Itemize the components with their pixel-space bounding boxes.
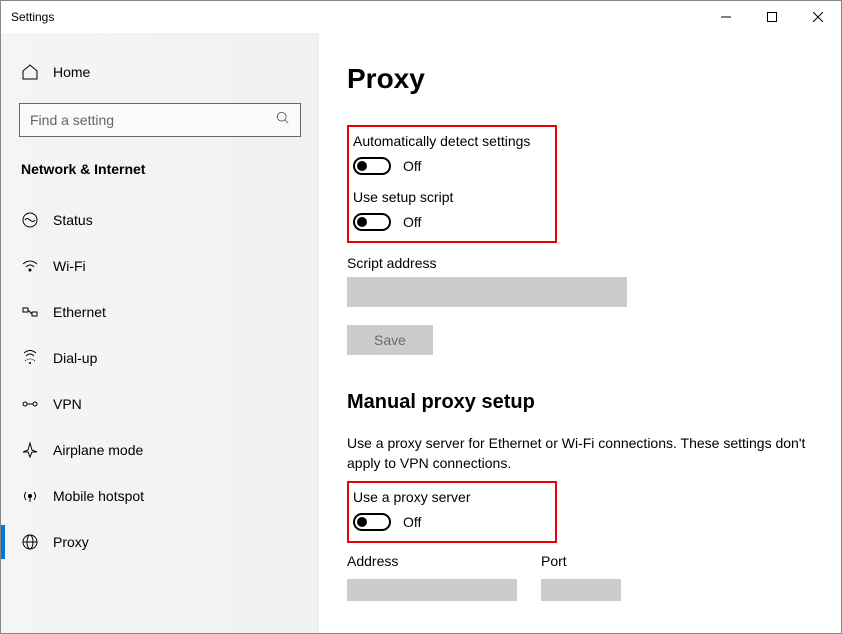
setup-script-label: Use setup script (353, 189, 545, 205)
maximize-button[interactable] (749, 1, 795, 33)
globe-icon (21, 533, 39, 551)
dialup-icon (21, 349, 39, 367)
sidebar-item-label: Wi-Fi (53, 258, 86, 274)
sidebar-item-label: Mobile hotspot (53, 488, 144, 504)
sidebar-item-label: Dial-up (53, 350, 97, 366)
sidebar-item-status[interactable]: Status (1, 197, 319, 243)
status-icon (21, 211, 39, 229)
sidebar-item-dialup[interactable]: Dial-up (1, 335, 319, 381)
sidebar-item-wifi[interactable]: Wi-Fi (1, 243, 319, 289)
save-button: Save (347, 325, 433, 355)
highlight-auto-setup: Automatically detect settings Off Use se… (347, 125, 557, 243)
search-box[interactable] (19, 103, 301, 137)
sidebar-section-heading: Network & Internet (1, 161, 319, 197)
sidebar-item-label: VPN (53, 396, 82, 412)
home-label: Home (53, 64, 90, 80)
sidebar-item-ethernet[interactable]: Ethernet (1, 289, 319, 335)
use-proxy-label: Use a proxy server (353, 489, 545, 505)
sidebar-item-proxy[interactable]: Proxy (1, 519, 319, 565)
sidebar-item-label: Ethernet (53, 304, 106, 320)
titlebar: Settings (1, 1, 841, 33)
home-icon (21, 63, 39, 81)
vpn-icon (21, 395, 39, 413)
sidebar-item-hotspot[interactable]: Mobile hotspot (1, 473, 319, 519)
hotspot-icon (21, 487, 39, 505)
port-label: Port (541, 553, 621, 569)
sidebar-item-label: Proxy (53, 534, 89, 550)
use-proxy-state: Off (403, 514, 421, 530)
auto-detect-label: Automatically detect settings (353, 133, 545, 149)
port-input (541, 579, 621, 601)
sidebar-item-label: Airplane mode (53, 442, 143, 458)
script-address-input (347, 277, 627, 307)
main-content: Proxy Automatically detect settings Off … (319, 33, 841, 633)
highlight-manual-proxy: Use a proxy server Off (347, 481, 557, 543)
script-address-label: Script address (347, 255, 813, 271)
page-title: Proxy (347, 63, 813, 95)
auto-detect-state: Off (403, 158, 421, 174)
airplane-icon (21, 441, 39, 459)
setup-script-state: Off (403, 214, 421, 230)
address-input (347, 579, 517, 601)
manual-section-title: Manual proxy setup (347, 391, 813, 414)
sidebar: Home Network & Internet Status Wi-Fi E (1, 33, 319, 633)
ethernet-icon (21, 303, 39, 321)
close-button[interactable] (795, 1, 841, 33)
sidebar-item-airplane[interactable]: Airplane mode (1, 427, 319, 473)
minimize-button[interactable] (703, 1, 749, 33)
window-controls (703, 1, 841, 33)
address-label: Address (347, 553, 517, 569)
home-nav-item[interactable]: Home (1, 53, 319, 91)
wifi-icon (21, 257, 39, 275)
setup-script-toggle[interactable] (353, 213, 391, 231)
search-icon (276, 111, 290, 130)
auto-detect-toggle[interactable] (353, 157, 391, 175)
sidebar-item-vpn[interactable]: VPN (1, 381, 319, 427)
use-proxy-toggle[interactable] (353, 513, 391, 531)
window-title: Settings (11, 10, 703, 24)
sidebar-item-label: Status (53, 212, 93, 228)
manual-section-desc: Use a proxy server for Ethernet or Wi-Fi… (347, 434, 807, 473)
search-input[interactable] (30, 112, 276, 128)
